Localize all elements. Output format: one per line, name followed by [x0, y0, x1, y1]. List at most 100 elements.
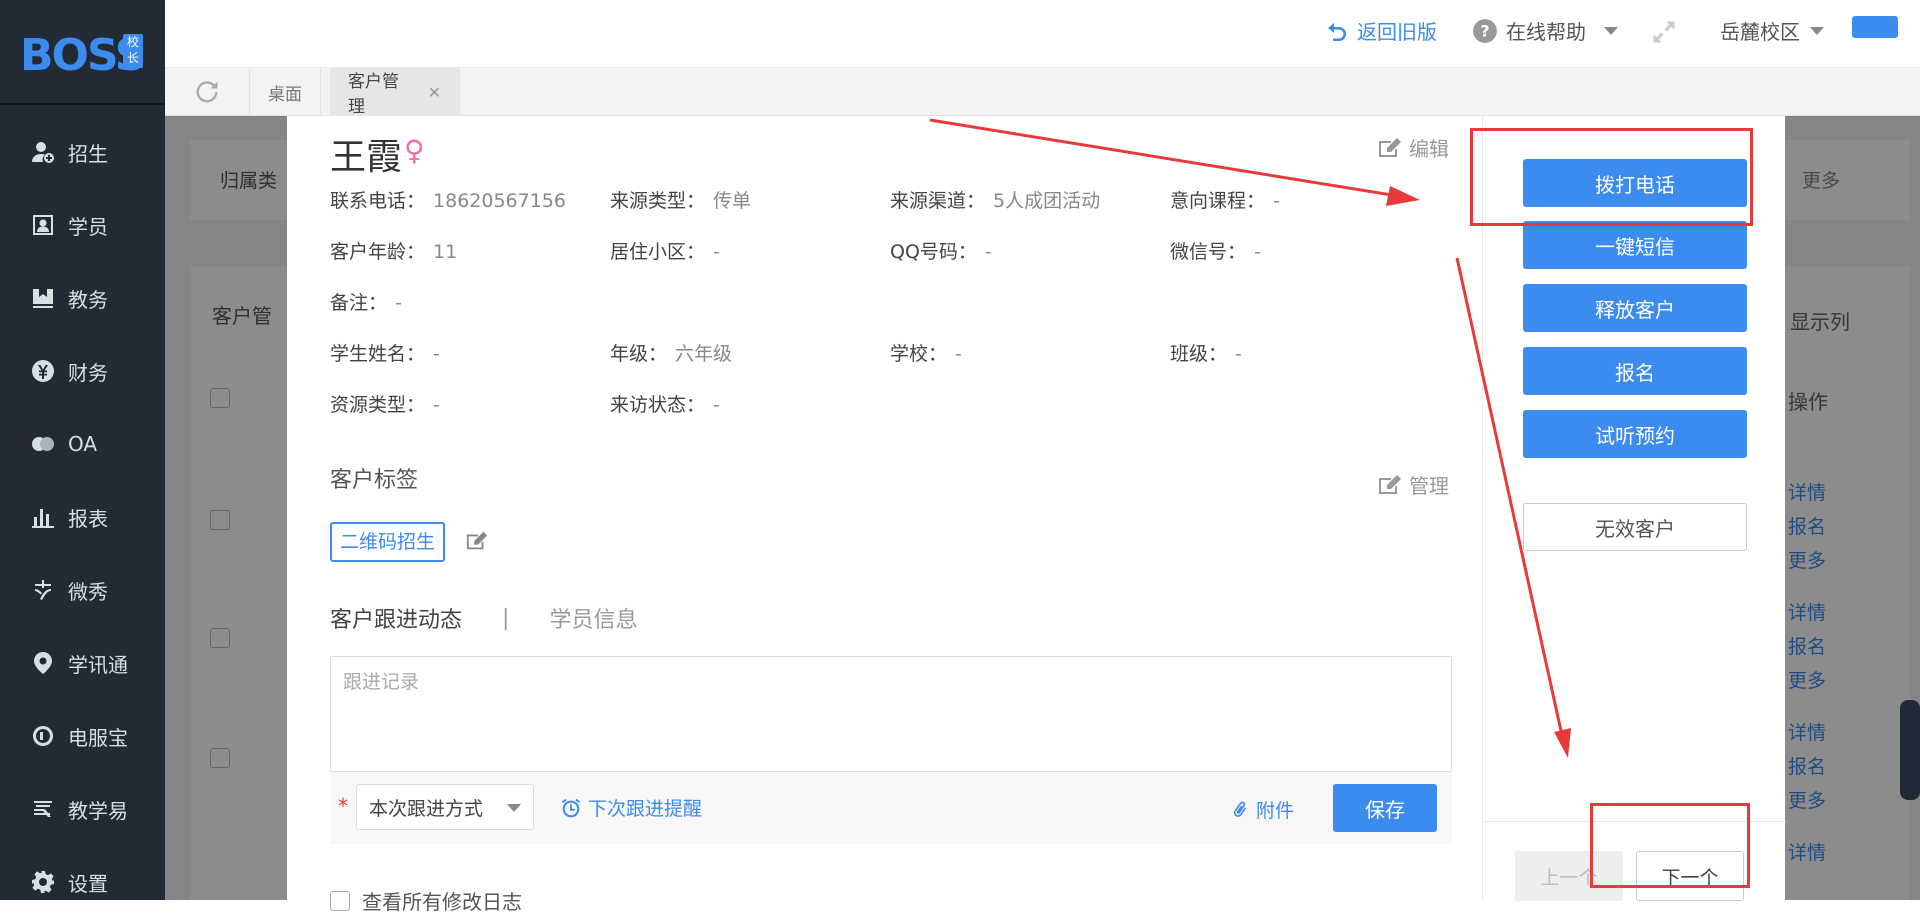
- field-community: 居住小区： -: [610, 237, 720, 264]
- sidebar-item-students[interactable]: 学员: [0, 195, 165, 255]
- manage-tags-button[interactable]: 管理: [1377, 470, 1449, 499]
- age-value: 11: [433, 241, 458, 263]
- field-label: 资源类型：: [330, 394, 426, 416]
- field-label: 联系电话：: [330, 190, 426, 212]
- tab-student-info[interactable]: 学员信息: [549, 602, 637, 634]
- avatar[interactable]: [1852, 16, 1898, 38]
- attach-label: 附件: [1256, 800, 1295, 822]
- field-label: 来访状态：: [610, 394, 706, 416]
- sidebar-item-reports[interactable]: 报表: [0, 487, 165, 547]
- highlight-box-call: [1470, 128, 1753, 226]
- field-label: QQ号码：: [890, 241, 977, 263]
- sidebar-item-xuexuntong[interactable]: 学讯通: [0, 633, 165, 693]
- field-label: 年级：: [610, 343, 668, 365]
- field-age: 客户年龄： 11: [330, 237, 457, 264]
- visit-value: -: [713, 394, 720, 416]
- resource-value: -: [433, 394, 440, 416]
- field-phone: 联系电话： 18620567156: [330, 186, 566, 213]
- action-panel: 拨打电话 一键短信 释放客户 报名 试听预约 无效客户 上一个 下一个: [1482, 116, 1786, 901]
- sidebar-item-label: 报表: [68, 506, 108, 531]
- tab-label: 客户管理: [348, 72, 399, 117]
- sidebar-item-jiaoxueyi[interactable]: 教学易: [0, 779, 165, 839]
- tab-bar: 桌面 客户管理 ✕: [165, 68, 1920, 117]
- edit-tag-icon[interactable]: [465, 530, 489, 556]
- edit-button[interactable]: 编辑: [1377, 133, 1449, 162]
- sidebar-item-settings[interactable]: 设置: [0, 852, 165, 912]
- refresh-icon[interactable]: [165, 68, 250, 116]
- sidebar-item-weixiu[interactable]: 微秀: [0, 560, 165, 620]
- student-value: -: [433, 343, 440, 365]
- field-remark: 备注： -: [330, 288, 402, 315]
- logo[interactable]: BOSS 校长: [0, 0, 165, 105]
- field-student-name: 学生姓名： -: [330, 339, 440, 366]
- grade-value: 六年级: [675, 343, 733, 365]
- next-follow-reminder-button[interactable]: 下次跟进提醒: [560, 794, 702, 821]
- sidebar-item-label: 设置: [68, 871, 108, 896]
- side-widget[interactable]: [1900, 700, 1920, 800]
- signup-button[interactable]: 报名: [1523, 347, 1747, 395]
- sidebar-item-finance[interactable]: 财务: [0, 341, 165, 401]
- edit-label: 编辑: [1409, 137, 1449, 161]
- highlight-box-next: [1590, 803, 1750, 888]
- close-icon[interactable]: ✕: [428, 83, 441, 102]
- tab-follow-up[interactable]: 客户跟进动态: [330, 602, 462, 634]
- help-label: 在线帮助: [1506, 20, 1586, 44]
- book-icon: [30, 285, 56, 311]
- bar-chart-icon: [30, 504, 56, 530]
- field-resource-type: 资源类型： -: [330, 390, 440, 417]
- attachment-button[interactable]: 附件: [1230, 796, 1294, 823]
- community-value: -: [713, 241, 720, 263]
- field-label: 来源类型：: [610, 190, 706, 212]
- chevron-down-icon: [507, 804, 521, 812]
- fullscreen-icon[interactable]: [1650, 18, 1678, 50]
- field-label: 意向课程：: [1170, 190, 1266, 212]
- campus-selector[interactable]: 岳麓校区: [1720, 16, 1824, 45]
- school-value: -: [955, 343, 962, 365]
- required-mark: *: [338, 794, 348, 818]
- sidebar-item-enrollment[interactable]: 招生: [0, 122, 165, 182]
- customer-tag[interactable]: 二维码招生: [330, 522, 446, 562]
- help-icon: ?: [1473, 18, 1497, 43]
- customer-info-panel: 王霞 ♀ 编辑 联系电话： 18620567156 来源类型： 传单 来源渠道： 5人…: [287, 116, 1482, 914]
- field-qq: QQ号码： -: [890, 237, 992, 264]
- id-card-icon: [30, 212, 56, 238]
- trial-booking-button[interactable]: 试听预约: [1523, 410, 1747, 458]
- view-all-logs[interactable]: 查看所有修改日志: [330, 886, 522, 915]
- invalid-customer-button[interactable]: 无效客户: [1523, 503, 1747, 551]
- class-value: -: [1235, 343, 1242, 365]
- undo-icon: [1328, 22, 1346, 41]
- release-customer-button[interactable]: 释放客户: [1523, 284, 1747, 332]
- sidebar-item-label: 电服宝: [68, 725, 128, 750]
- follow-method-select[interactable]: 本次跟进方式: [356, 784, 534, 830]
- field-visit-status: 来访状态： -: [610, 390, 720, 417]
- tab-customer-management[interactable]: 客户管理 ✕: [330, 68, 460, 117]
- log-checkbox[interactable]: [330, 890, 350, 911]
- sidebar-item-dianfubao[interactable]: 电服宝: [0, 706, 165, 766]
- sidebar-item-label: 教学易: [68, 798, 128, 823]
- chevron-down-icon: [1810, 26, 1824, 35]
- sidebar-item-label: OA: [68, 432, 98, 456]
- sidebar-item-academic[interactable]: 教务: [0, 268, 165, 328]
- field-label: 班级：: [1170, 343, 1228, 365]
- sidebar-item-label: 微秀: [68, 579, 108, 604]
- online-help-dropdown[interactable]: ? 在线帮助: [1472, 16, 1618, 45]
- save-button[interactable]: 保存: [1333, 784, 1437, 832]
- paperclip-icon: [1233, 801, 1247, 817]
- field-label: 学校：: [890, 343, 948, 365]
- sidebar: BOSS 校长 招生 学员 教务 财务 OA 报表 微秀 学讯通 电服宝 教学易: [0, 0, 165, 900]
- field-label: 学生姓名：: [330, 343, 426, 365]
- wechat-value: -: [1254, 241, 1261, 263]
- follow-up-toolbar: * 本次跟进方式 下次跟进提醒 附件 保存: [330, 772, 1452, 844]
- follow-up-textarea[interactable]: 跟进记录: [330, 656, 1452, 772]
- log-label: 查看所有修改日志: [362, 890, 522, 914]
- sidebar-item-oa[interactable]: OA: [0, 414, 165, 474]
- edit-icon: [1379, 137, 1401, 157]
- back-to-old-version-link[interactable]: 返回旧版: [1325, 16, 1437, 45]
- field-wechat: 微信号： -: [1170, 237, 1261, 264]
- oa-icon: [30, 431, 56, 457]
- sms-button[interactable]: 一键短信: [1523, 221, 1747, 269]
- tab-label: 桌面: [268, 84, 302, 105]
- tab-desktop[interactable]: 桌面: [250, 68, 321, 116]
- field-label: 备注：: [330, 292, 388, 314]
- location-pin-icon: [30, 650, 56, 676]
